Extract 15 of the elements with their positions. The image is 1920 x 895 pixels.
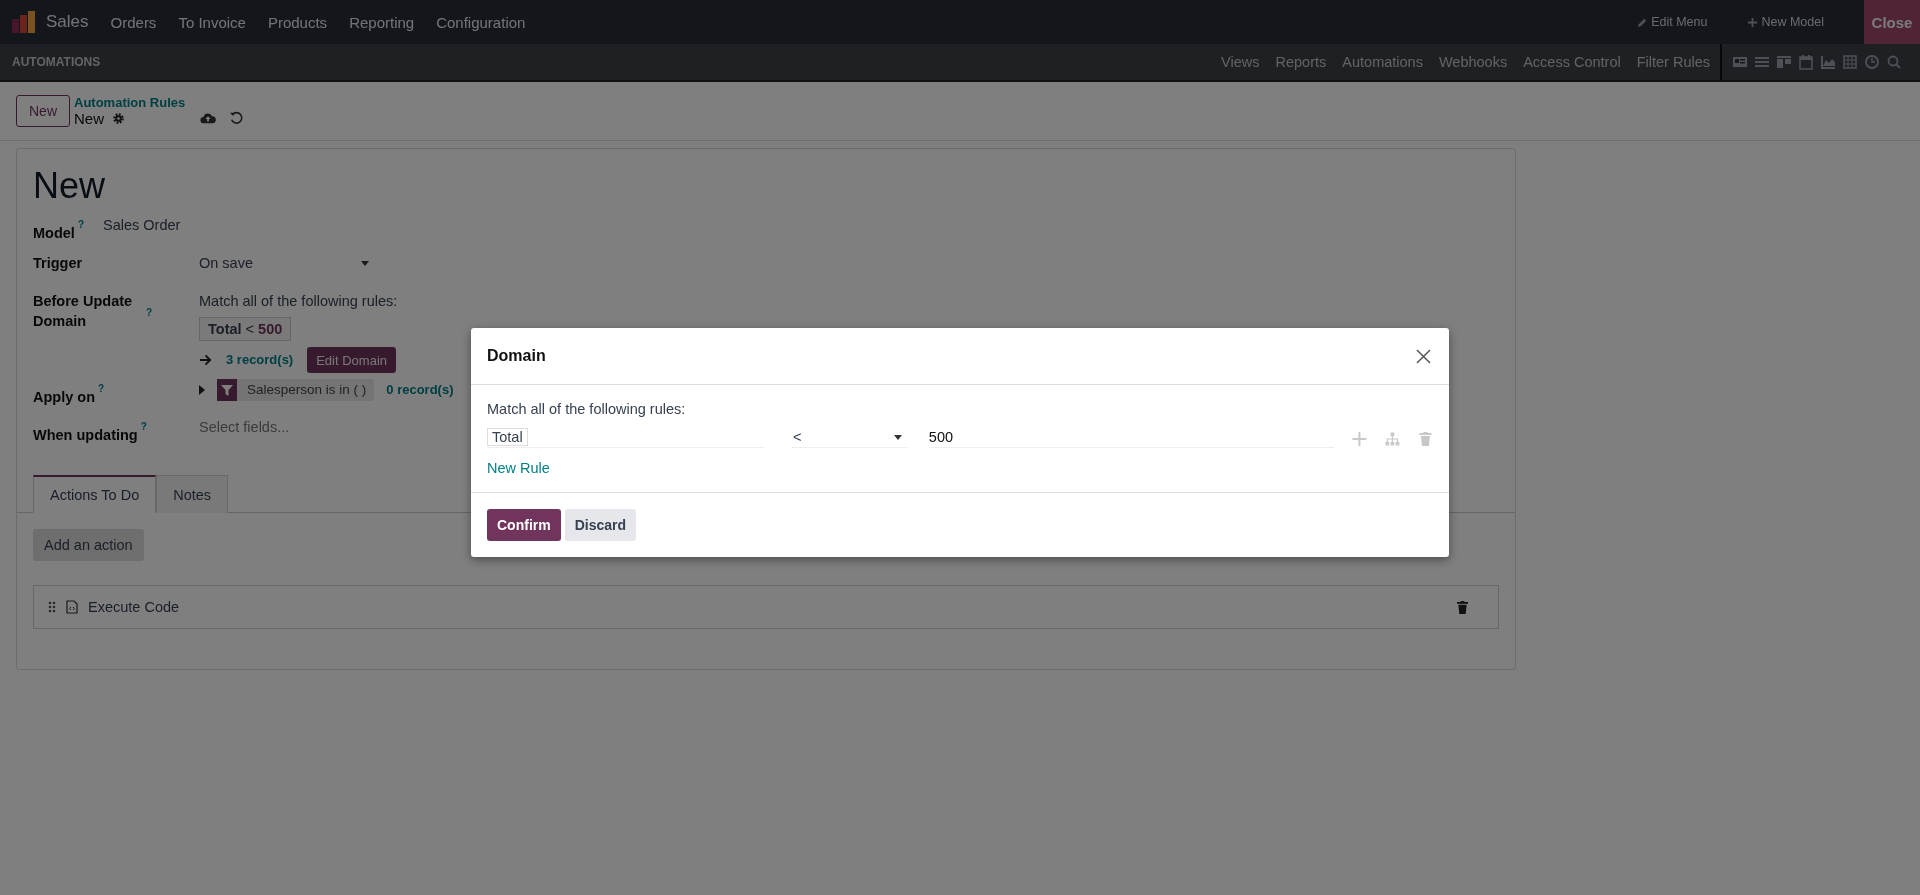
domain-description: Match all of the following rules:: [199, 292, 399, 311]
breadcrumb-current: New: [74, 110, 105, 127]
section-title: AUTOMATIONS: [12, 55, 101, 69]
rules-description: Match all of the following rules:: [487, 401, 687, 417]
field-label: Trigger: [33, 254, 83, 273]
record-title: New: [33, 165, 107, 207]
field-label: When updating: [33, 426, 138, 445]
field-label: Before Update Domain: [33, 292, 134, 331]
field-value: Sales Order: [103, 217, 181, 233]
domain-tag: Total < 500: [199, 317, 292, 341]
filter-tag: Salesperson is in ( ): [217, 379, 375, 401]
field-label: Model: [33, 224, 75, 243]
action-name: Execute Code: [88, 599, 180, 615]
dialog-title: Domain: [487, 347, 546, 365]
field-label: Apply on: [33, 388, 96, 407]
